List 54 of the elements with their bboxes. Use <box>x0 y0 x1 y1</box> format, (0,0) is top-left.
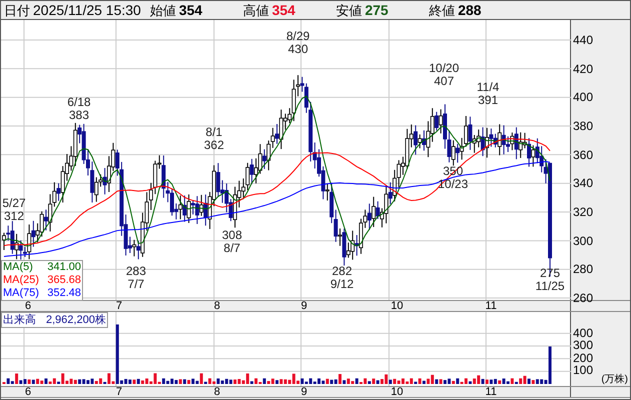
price-axis-tick: 340 <box>573 176 594 190</box>
price-annotation: 6/18 383 <box>67 96 91 122</box>
month-label: 7 <box>116 385 122 399</box>
volume-unit: (万株) <box>601 374 628 385</box>
ma-value: 352.48 <box>47 287 81 300</box>
price-field-value: 275 <box>364 3 388 17</box>
month-label: 9 <box>300 385 308 399</box>
price-annotation: 11/4 391 <box>476 81 500 107</box>
price-field-value: 354 <box>178 3 202 17</box>
month-label: 6 <box>24 385 32 399</box>
price-axis-tick: 280 <box>573 262 594 276</box>
price-axis-tick: 420 <box>573 62 594 76</box>
ma-name: MA(25) <box>3 274 40 287</box>
month-label: 11 <box>485 385 497 399</box>
price-annotation: 10/20 407 <box>428 62 460 88</box>
price-field-label: 高値 <box>242 4 269 16</box>
month-label: 10 <box>390 299 404 313</box>
month-label: 6 <box>24 299 32 313</box>
month-label: 10 <box>390 385 404 399</box>
volume-axis-tick: 300 <box>573 339 594 352</box>
price-axis-tick: 260 <box>573 291 594 306</box>
price-annotation: 5/27 312 <box>2 197 26 223</box>
price-annotation: 282 9/12 <box>330 265 354 291</box>
price-axis-tick: 320 <box>573 205 594 220</box>
price-field-label: 安値 <box>336 4 362 16</box>
price-axis-tick: 440 <box>573 33 594 47</box>
price-annotation: 283 7/7 <box>126 265 146 291</box>
price-field-value: 354 <box>272 3 296 17</box>
ma-name: MA(75) <box>3 287 40 300</box>
price-annotation: 8/1 362 <box>204 126 224 152</box>
price-annotation: 8/29 430 <box>286 30 310 56</box>
month-label: 11 <box>485 299 497 313</box>
price-axis-tick: 360 <box>573 148 594 162</box>
volume-value: 2,962,200株 <box>46 313 106 327</box>
month-label: 8 <box>214 385 220 399</box>
price-field-label: 始値 <box>150 4 176 16</box>
price-axis-tick: 400 <box>573 90 594 104</box>
ma-value: 341.00 <box>47 261 81 274</box>
price-annotation: 308 8/7 <box>222 229 242 255</box>
date-value: 2025/11/25 15:30 <box>33 3 141 17</box>
month-label: 7 <box>116 299 122 313</box>
ma-name: MA(5) <box>3 261 33 274</box>
month-label: 8 <box>214 299 220 313</box>
volume-axis-tick: 400 <box>573 327 594 339</box>
volume-axis-tick: 200 <box>573 352 594 364</box>
volume-title: 出来高 <box>3 313 36 327</box>
ma-value: 365.68 <box>47 274 81 287</box>
price-axis-tick: 300 <box>573 234 594 248</box>
month-label: 9 <box>300 299 308 313</box>
price-field-label: 終値 <box>428 4 455 16</box>
date-label: 日付 <box>4 4 30 16</box>
price-axis-tick: 380 <box>573 119 594 133</box>
volume-axis-tick: 100 <box>573 364 594 376</box>
price-field-value: 288 <box>458 3 482 17</box>
